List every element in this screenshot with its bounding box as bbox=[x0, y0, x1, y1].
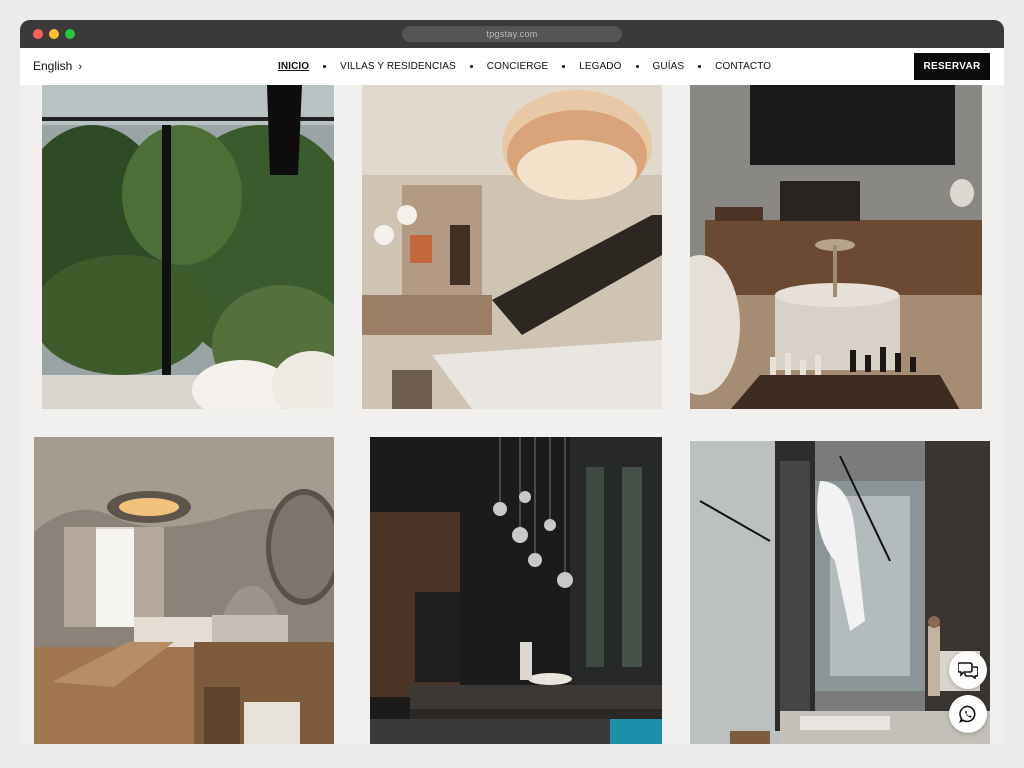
whatsapp-button[interactable] bbox=[949, 695, 987, 733]
chat-icon bbox=[958, 662, 978, 679]
whatsapp-icon bbox=[959, 705, 976, 723]
menu-separator bbox=[635, 65, 639, 68]
main-menu: INICIO VILLAS Y RESIDENCIAS CONCIERGE LE… bbox=[278, 48, 771, 85]
gallery-photo-2[interactable] bbox=[362, 85, 662, 409]
chandelier-staircase-image bbox=[362, 85, 662, 409]
browser-window: tpgstay.com English › INICIO VILLAS Y RE… bbox=[20, 20, 1004, 744]
gallery-photo-4[interactable] bbox=[34, 437, 334, 744]
menu-item-concierge[interactable]: CONCIERGE bbox=[487, 61, 548, 72]
menu-separator bbox=[323, 65, 327, 68]
bedroom-curved-ceiling-image bbox=[34, 437, 334, 744]
site-header: English › INICIO VILLAS Y RESIDENCIAS CON… bbox=[20, 48, 1004, 85]
living-room-chess-image bbox=[690, 85, 982, 409]
double-height-living-image bbox=[690, 441, 990, 744]
menu-separator bbox=[469, 65, 473, 68]
chevron-right-icon: › bbox=[78, 61, 83, 73]
menu-item-legado[interactable]: LEGADO bbox=[579, 61, 621, 72]
gallery-photo-3[interactable] bbox=[690, 85, 982, 409]
jungle-window-image bbox=[42, 85, 334, 409]
menu-item-villas[interactable]: VILLAS Y RESIDENCIAS bbox=[340, 61, 456, 72]
chat-button[interactable] bbox=[949, 651, 987, 689]
browser-titlebar: tpgstay.com bbox=[20, 20, 1004, 48]
menu-item-inicio[interactable]: INICIO bbox=[278, 61, 309, 72]
language-selector[interactable]: English › bbox=[33, 48, 82, 85]
gallery-photo-1[interactable] bbox=[42, 85, 334, 409]
maximize-window-button[interactable] bbox=[65, 29, 75, 39]
menu-separator bbox=[562, 65, 566, 68]
dark-kitchen-image bbox=[370, 437, 662, 744]
close-window-button[interactable] bbox=[33, 29, 43, 39]
address-bar[interactable]: tpgstay.com bbox=[402, 26, 622, 42]
minimize-window-button[interactable] bbox=[49, 29, 59, 39]
gallery-photo-6[interactable] bbox=[690, 441, 990, 744]
gallery-photo-5[interactable] bbox=[370, 437, 662, 744]
menu-item-contacto[interactable]: CONTACTO bbox=[715, 61, 771, 72]
language-label: English bbox=[33, 59, 73, 73]
menu-separator bbox=[698, 65, 702, 68]
menu-item-guias[interactable]: GUÍAS bbox=[653, 61, 685, 72]
reserve-button[interactable]: RESERVAR bbox=[914, 53, 990, 80]
